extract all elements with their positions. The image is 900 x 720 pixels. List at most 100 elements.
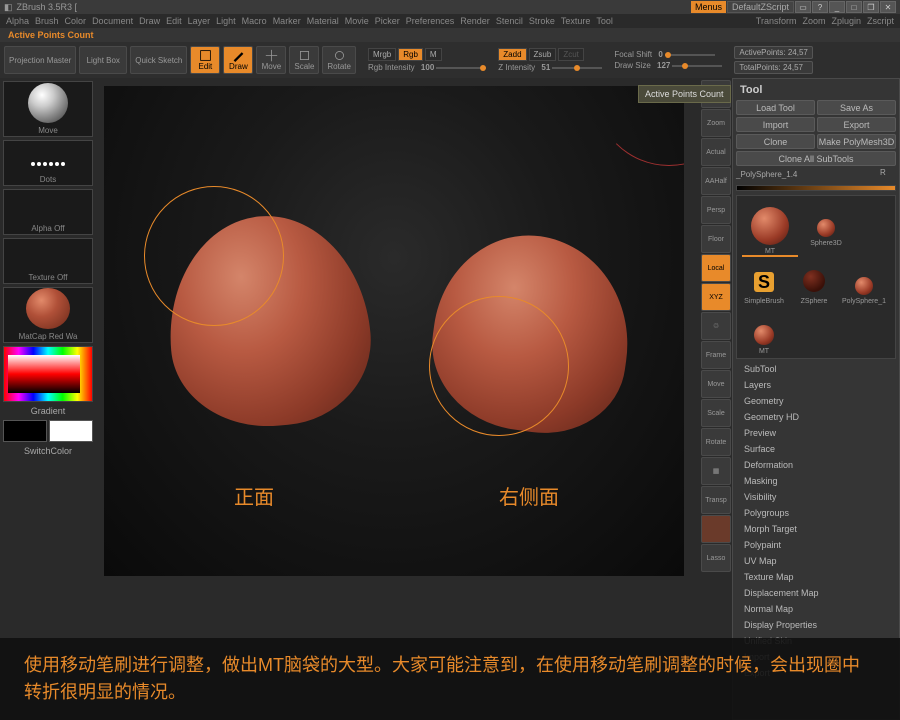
restore-icon[interactable]: ❐ [863, 1, 879, 13]
menu-preferences[interactable]: Preferences [406, 16, 455, 26]
section-visibility[interactable]: Visibility [736, 489, 896, 505]
stroke-thumb[interactable]: Dots [3, 140, 93, 186]
tool-zsphere[interactable]: ZSphere [790, 257, 838, 305]
swatch-row[interactable] [3, 420, 93, 442]
export-button[interactable]: Export [817, 117, 896, 132]
section-morphtarget[interactable]: Morph Target [736, 521, 896, 537]
menu-picker[interactable]: Picker [375, 16, 400, 26]
clone-all-button[interactable]: Clone All SubTools [736, 151, 896, 166]
help-icon[interactable]: ? [812, 1, 828, 13]
floor-button[interactable]: Floor [701, 225, 731, 253]
section-subtool[interactable]: SubTool [736, 361, 896, 377]
menu-color[interactable]: Color [65, 16, 87, 26]
menu-edit[interactable]: Edit [166, 16, 182, 26]
lasso-button[interactable]: Lasso [701, 544, 731, 572]
persp-button[interactable]: Persp [701, 196, 731, 224]
menu-zplugin[interactable]: Zplugin [831, 16, 861, 26]
r-button[interactable]: R [880, 168, 896, 181]
section-polypaint[interactable]: Polypaint [736, 537, 896, 553]
clone-button[interactable]: Clone [736, 134, 815, 149]
tool-slider[interactable] [736, 185, 896, 191]
section-deformation[interactable]: Deformation [736, 457, 896, 473]
draw-button[interactable]: Draw [223, 46, 253, 74]
rotate-nav-button[interactable]: Rotate [701, 428, 731, 456]
mrgb-toggle[interactable]: Mrgb [368, 48, 396, 61]
lightbox-button[interactable]: Light Box [79, 46, 127, 74]
section-geometry[interactable]: Geometry [736, 393, 896, 409]
tool-mt2[interactable]: MT [740, 307, 788, 355]
zoom-button[interactable]: Zoom [701, 109, 731, 137]
texture-thumb[interactable]: Texture Off [3, 238, 93, 284]
z-intensity-slider[interactable]: Z Intensity 51 [498, 63, 602, 72]
section-normalmap[interactable]: Normal Map [736, 601, 896, 617]
section-uvmap[interactable]: UV Map [736, 553, 896, 569]
menu-texture[interactable]: Texture [561, 16, 591, 26]
focal-shift-slider[interactable]: Focal Shift 0 [614, 50, 722, 59]
move-nav-button[interactable]: Move [701, 370, 731, 398]
frame-button[interactable]: Frame [701, 341, 731, 369]
menu-zoom[interactable]: Zoom [802, 16, 825, 26]
default-script[interactable]: DefaultZScript [727, 1, 794, 13]
zsub-toggle[interactable]: Zsub [529, 48, 557, 61]
scale-button[interactable]: Scale [289, 46, 319, 74]
menu-tool[interactable]: Tool [596, 16, 613, 26]
menu-zscript[interactable]: Zscript [867, 16, 894, 26]
section-preview[interactable]: Preview [736, 425, 896, 441]
actual-button[interactable]: Actual [701, 138, 731, 166]
zcut-toggle[interactable]: Zcut [558, 48, 584, 61]
draw-size-slider[interactable]: Draw Size 127 [614, 61, 722, 70]
material-thumb[interactable]: MatCap Red Wa [3, 287, 93, 343]
menu-alpha[interactable]: Alpha [6, 16, 29, 26]
grid-icon[interactable]: ▦ [701, 457, 731, 485]
alpha-thumb[interactable]: Alpha Off [3, 189, 93, 235]
section-displacement[interactable]: Displacement Map [736, 585, 896, 601]
viewport[interactable]: 正面 右侧面 [104, 86, 684, 576]
menu-material[interactable]: Material [307, 16, 339, 26]
move-button[interactable]: Move [256, 46, 286, 74]
menu-transform[interactable]: Transform [756, 16, 797, 26]
m-toggle[interactable]: M [425, 48, 442, 61]
tool-mt[interactable]: MT [740, 199, 800, 255]
max-icon[interactable]: □ [846, 1, 862, 13]
rgb-intensity-slider[interactable]: Rgb Intensity 100 [368, 63, 486, 72]
section-texturemap[interactable]: Texture Map [736, 569, 896, 585]
menu-stroke[interactable]: Stroke [529, 16, 555, 26]
section-polygroups[interactable]: Polygroups [736, 505, 896, 521]
menu-light[interactable]: Light [216, 16, 236, 26]
load-tool-button[interactable]: Load Tool [736, 100, 815, 115]
section-surface[interactable]: Surface [736, 441, 896, 457]
rotate-button[interactable]: Rotate [322, 46, 356, 74]
transp-button[interactable]: Transp [701, 486, 731, 514]
zadd-toggle[interactable]: Zadd [498, 48, 526, 61]
section-masking[interactable]: Masking [736, 473, 896, 489]
projection-master-button[interactable]: Projection Master [4, 46, 76, 74]
tool-polysphere[interactable]: PolySphere_1 [840, 257, 888, 305]
menu-movie[interactable]: Movie [345, 16, 369, 26]
menu-brush[interactable]: Brush [35, 16, 59, 26]
close-icon[interactable]: ✕ [880, 1, 896, 13]
rgb-toggle[interactable]: Rgb [398, 48, 423, 61]
headphone-icon[interactable]: ♲ [701, 312, 731, 340]
section-display[interactable]: Display Properties [736, 617, 896, 633]
xyz-button[interactable]: XYZ [701, 283, 731, 311]
section-layers[interactable]: Layers [736, 377, 896, 393]
save-as-button[interactable]: Save As [817, 100, 896, 115]
gradient-label[interactable]: Gradient [3, 405, 93, 417]
menu-draw[interactable]: Draw [139, 16, 160, 26]
quick-sketch-button[interactable]: Quick Sketch [130, 46, 187, 74]
menu-stencil[interactable]: Stencil [496, 16, 523, 26]
section-geometryhd[interactable]: Geometry HD [736, 409, 896, 425]
tool-simplebrush[interactable]: SSimpleBrush [740, 257, 788, 305]
color-picker[interactable] [3, 346, 93, 402]
menu-document[interactable]: Document [92, 16, 133, 26]
menu-macro[interactable]: Macro [242, 16, 267, 26]
menu-render[interactable]: Render [460, 16, 490, 26]
dock-icon[interactable]: ▭ [795, 1, 811, 13]
local-button[interactable]: Local [701, 254, 731, 282]
brush-thumb[interactable]: Move [3, 81, 93, 137]
menu-marker[interactable]: Marker [273, 16, 301, 26]
material-icon[interactable] [701, 515, 731, 543]
menus-toggle[interactable]: Menus [691, 1, 726, 13]
min-icon[interactable]: _ [829, 1, 845, 13]
scale-nav-button[interactable]: Scale [701, 399, 731, 427]
